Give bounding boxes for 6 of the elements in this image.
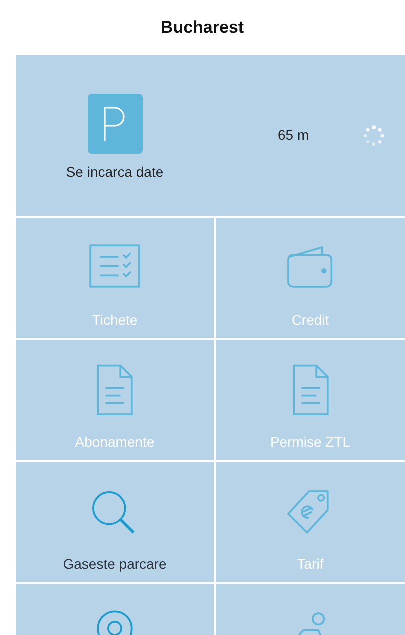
distance-label: 65 m — [278, 126, 310, 145]
loading-spinner-icon — [363, 124, 386, 146]
page-title: Bucharest — [160, 16, 246, 39]
status-label: Se incarca date — [66, 163, 164, 182]
parking-icon — [88, 94, 142, 154]
menu-tile[interactable]: Gaseste parcare — [16, 462, 214, 582]
